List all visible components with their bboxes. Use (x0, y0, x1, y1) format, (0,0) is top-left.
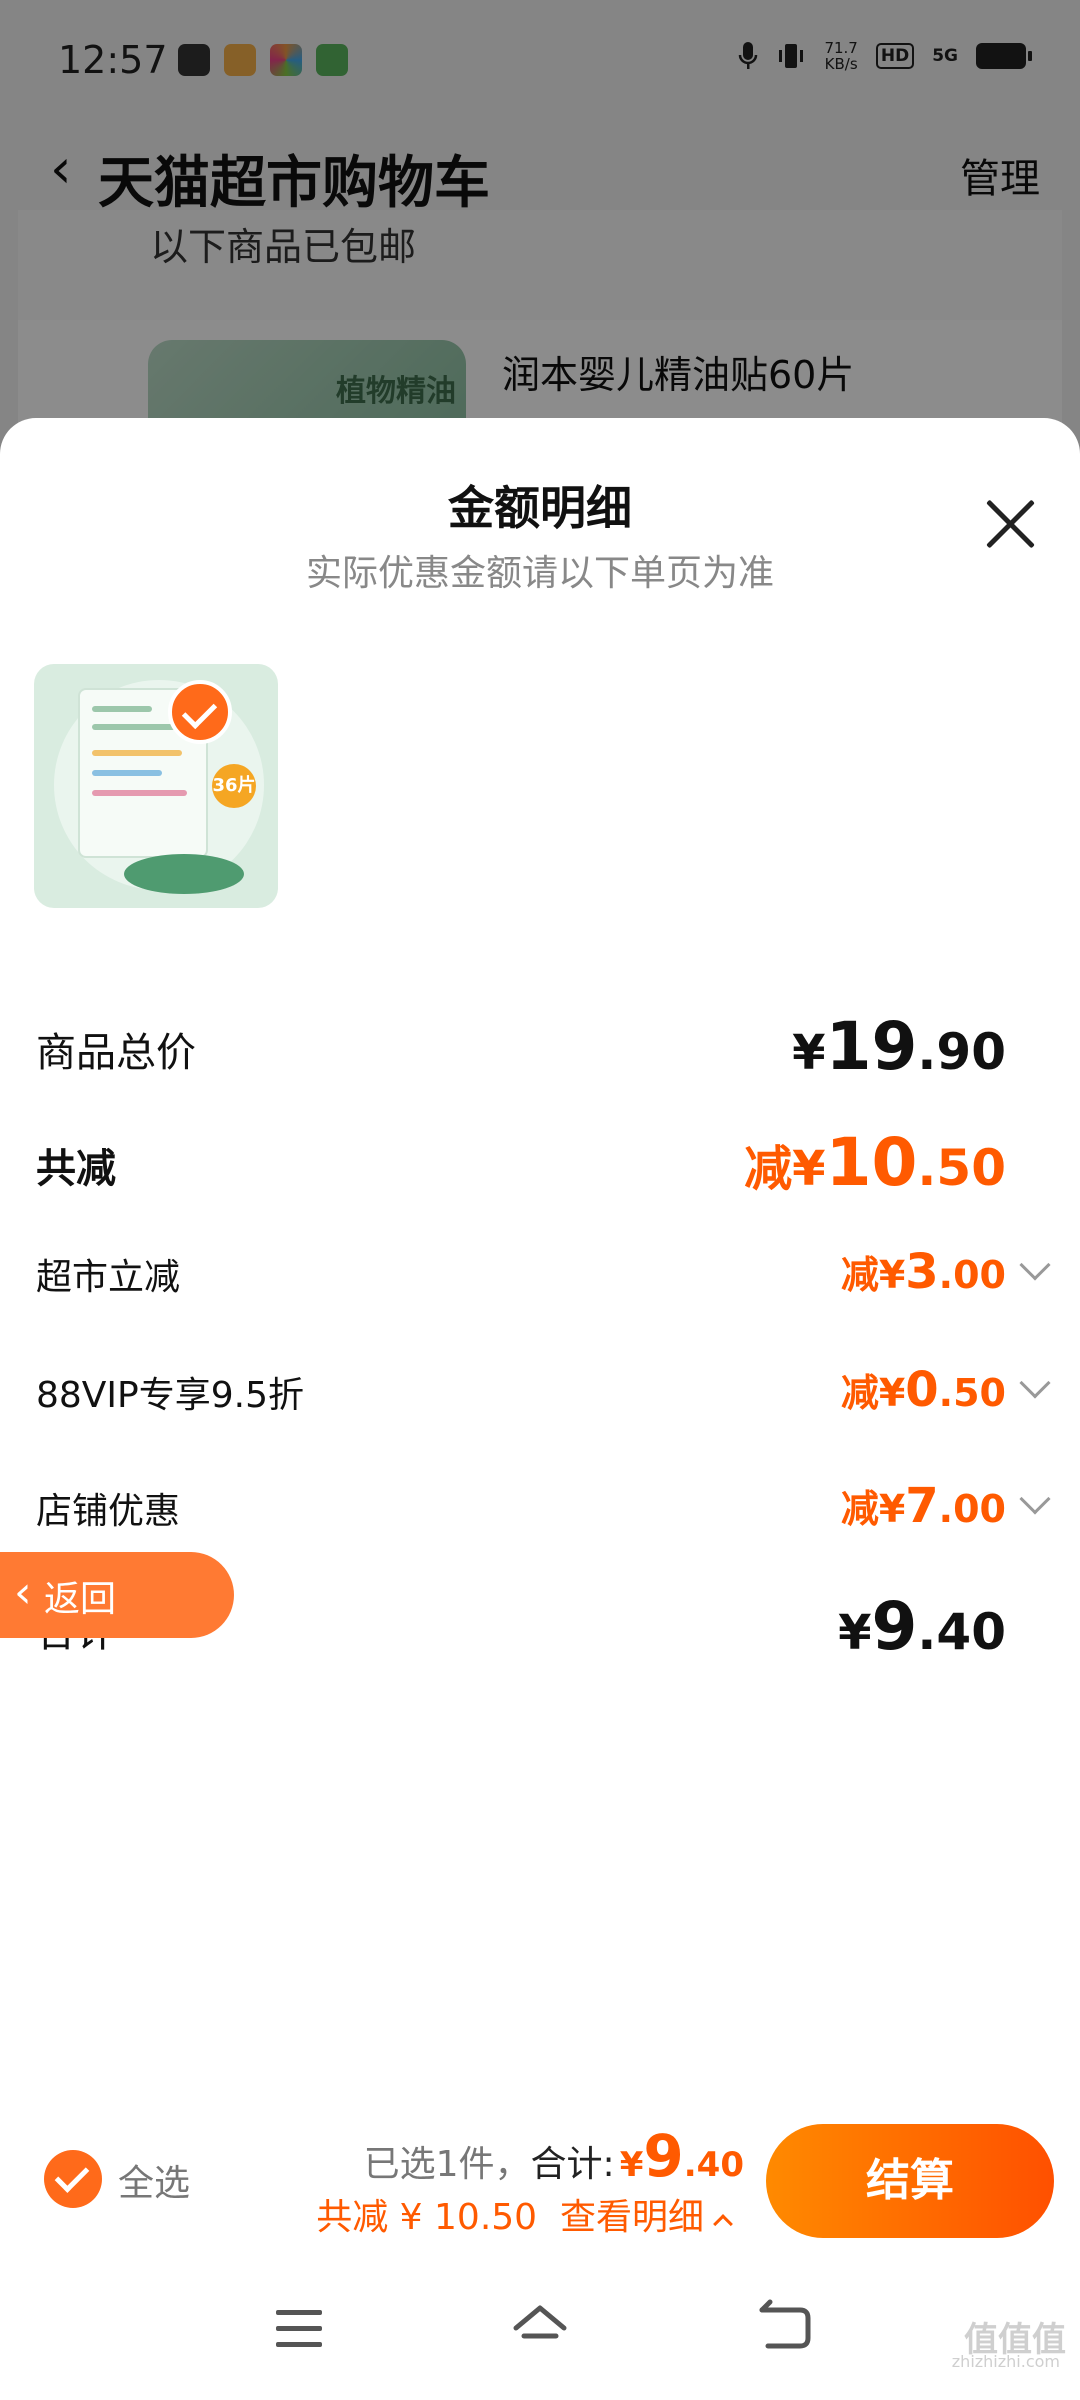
product-thumbnail: 36片 (34, 664, 278, 908)
checkout-summary: 已选1件，合计: ¥9.40 (364, 2122, 744, 2190)
vip-discount-label: 88VIP专享9.5折 (36, 1375, 305, 1416)
store-discount-value: 减¥7.00 (840, 1478, 1006, 1534)
chevron-up-icon (713, 2214, 733, 2234)
total-price-value: ¥19.90 (792, 1008, 1006, 1085)
total-price-label: 商品总价 (36, 1030, 196, 1076)
row-supermarket-discount[interactable]: 超市立减 减¥3.00 (36, 1244, 1051, 1308)
discount-summary: 共减 ¥ 10.50 (316, 2197, 538, 2238)
sheet-title: 金额明细 (448, 481, 632, 535)
menu-icon[interactable] (276, 2310, 322, 2348)
floating-back-label: 返回 (44, 1579, 117, 1620)
selected-check-icon[interactable] (168, 680, 232, 744)
total-int: 9 (643, 2122, 684, 2190)
close-icon[interactable] (982, 496, 1038, 552)
back-nav-icon[interactable] (754, 2298, 814, 2358)
floating-back-button[interactable]: ‹ 返回 (0, 1552, 234, 1638)
view-details-link[interactable]: 共减 ¥ 10.50 查看明细 (316, 2188, 733, 2240)
view-details-label: 查看明细 (559, 2197, 704, 2238)
watermark: 值值值 zhizhizhi.com (951, 2320, 1066, 2371)
total-dec: .40 (683, 2145, 744, 2185)
total-discount-label: 共减 (36, 1146, 116, 1192)
total-symbol: ¥ (619, 2145, 644, 2185)
count-badge: 36片 (212, 764, 256, 808)
checkout-button[interactable]: 结算 (766, 2124, 1054, 2238)
chevron-down-icon[interactable] (1019, 1367, 1051, 1399)
select-all-checkbox[interactable] (44, 2150, 102, 2208)
chevron-left-icon: ‹ (14, 1567, 32, 1618)
row-total-discount: 共减 减¥10.50 (36, 1124, 1046, 1204)
sum-value: ¥9.40 (838, 1588, 1006, 1665)
chevron-down-icon[interactable] (1019, 1483, 1051, 1515)
store-discount-label: 店铺优惠 (36, 1491, 181, 1532)
total-discount-value: 减¥10.50 (744, 1124, 1006, 1201)
vip-discount-value: 减¥0.50 (840, 1362, 1006, 1418)
sheet-subtitle: 实际优惠金额请以下单页为准 (305, 553, 774, 594)
total-label: 合计: (530, 2144, 615, 2185)
chevron-down-icon[interactable] (1019, 1249, 1051, 1281)
system-nav-bar: 值值值 zhizhizhi.com (0, 2266, 1080, 2400)
home-icon[interactable] (510, 2298, 570, 2358)
checkout-bar: 全选 已选1件，合计: ¥9.40 共减 ¥ 10.50 查看明细 结算 (0, 2096, 1080, 2266)
row-vip-discount[interactable]: 88VIP专享9.5折 减¥0.50 (36, 1362, 1051, 1426)
selected-count: 已选1件， (363, 2144, 531, 2185)
row-total-price: 商品总价 ¥19.90 (36, 1008, 1046, 1088)
supermarket-discount-label: 超市立减 (36, 1257, 181, 1298)
row-store-discount[interactable]: 店铺优惠 减¥7.00 (36, 1478, 1051, 1542)
supermarket-discount-value: 减¥3.00 (840, 1244, 1006, 1300)
select-all-label[interactable]: 全选 (118, 2154, 190, 2206)
